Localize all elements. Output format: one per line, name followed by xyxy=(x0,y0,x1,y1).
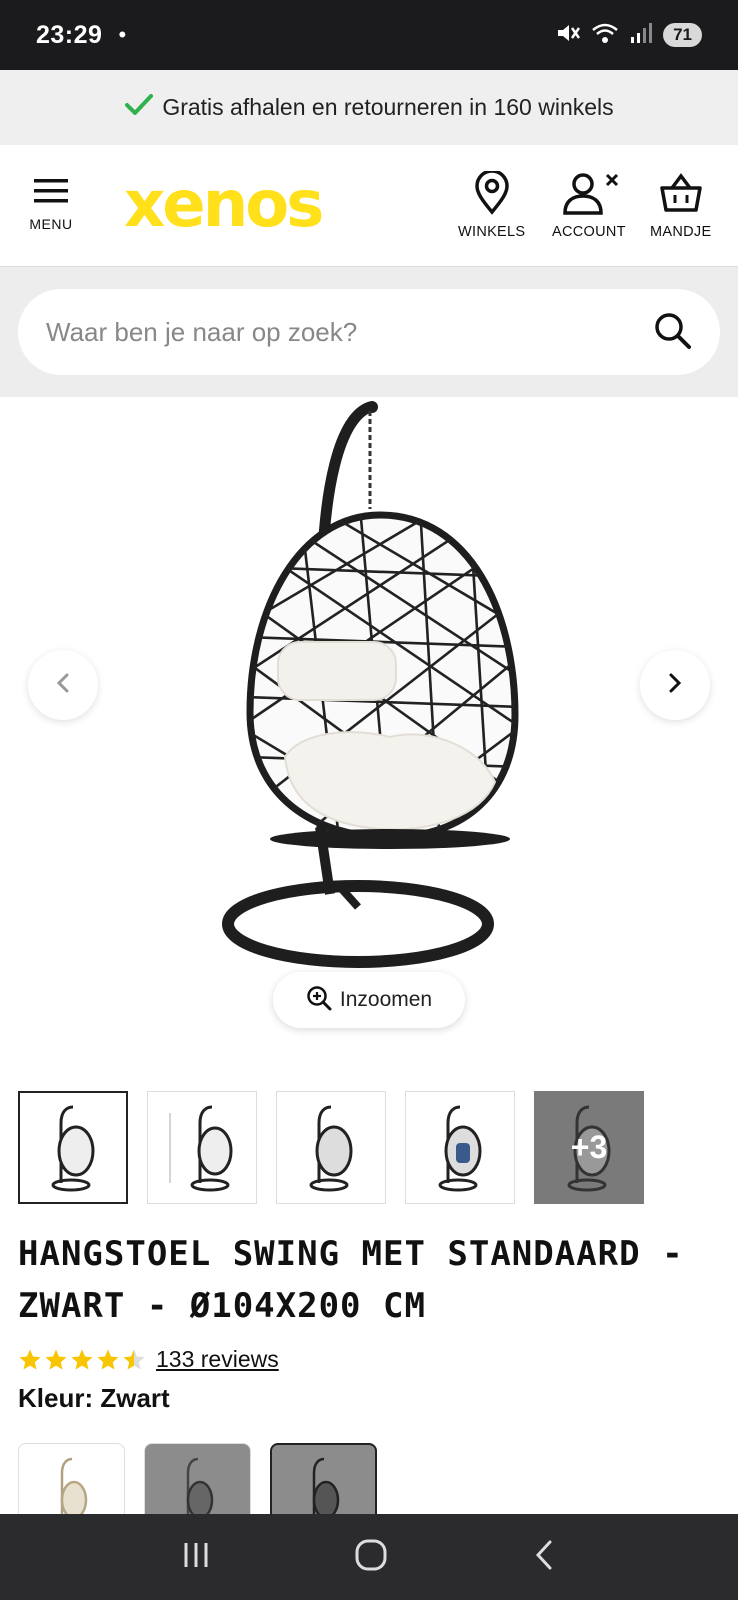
promo-text: Gratis afhalen en retourneren in 160 win… xyxy=(162,94,614,120)
system-nav-bar xyxy=(0,1514,738,1600)
star-rating xyxy=(18,1348,146,1372)
search-zone xyxy=(0,267,738,397)
menu-label: MENU xyxy=(29,216,73,232)
color-label: Kleur: Zwart xyxy=(18,1383,170,1413)
stores-button[interactable]: WINKELS xyxy=(458,169,526,240)
thumbnail[interactable] xyxy=(18,1091,128,1204)
thumbnail-image xyxy=(438,1105,482,1191)
zoom-button[interactable]: Inzoomen xyxy=(273,972,465,1028)
menu-button[interactable]: MENU xyxy=(24,177,78,232)
zoom-in-icon xyxy=(306,985,332,1016)
search-input[interactable] xyxy=(46,316,652,348)
mute-icon xyxy=(555,21,581,50)
search-box[interactable] xyxy=(18,289,720,375)
hamburger-icon xyxy=(34,177,68,210)
thumbnail-more[interactable]: +3 xyxy=(534,1091,644,1204)
signal-icon xyxy=(629,21,653,50)
star-half-icon xyxy=(123,1349,145,1369)
search-icon[interactable] xyxy=(652,310,692,355)
product-gallery[interactable]: Inzoomen xyxy=(0,397,738,1042)
check-icon xyxy=(124,92,154,123)
chevron-left-icon xyxy=(53,671,73,700)
battery-indicator: 71 xyxy=(663,23,702,47)
thumbnail[interactable] xyxy=(147,1091,257,1204)
basket-icon xyxy=(659,171,703,220)
swatch-natural[interactable] xyxy=(18,1443,125,1515)
thumbnail-image xyxy=(309,1105,353,1191)
chevron-right-icon xyxy=(665,671,685,700)
notification-dot: • xyxy=(118,22,127,47)
gallery-next-button[interactable] xyxy=(640,650,710,720)
account-button[interactable]: ACCOUNT xyxy=(552,171,626,240)
cart-label: MANDJE xyxy=(650,224,712,240)
color-swatches xyxy=(18,1443,377,1515)
thumbnail[interactable] xyxy=(405,1091,515,1204)
cart-button[interactable]: MANDJE xyxy=(650,171,711,240)
swatch-image xyxy=(312,1457,339,1515)
star-icon xyxy=(19,1349,41,1369)
thumbnail[interactable] xyxy=(276,1091,386,1204)
swatch-image xyxy=(186,1457,213,1515)
status-time: 23:29 xyxy=(36,20,103,49)
more-images-label: +3 xyxy=(570,1129,608,1165)
reviews-link[interactable]: 133 reviews xyxy=(156,1346,279,1373)
recent-apps-icon[interactable] xyxy=(181,1540,211,1575)
status-icons: 71 xyxy=(555,21,702,50)
swatch-grey[interactable] xyxy=(144,1443,251,1515)
thumbnail-strip: +3 xyxy=(18,1091,644,1204)
star-icon xyxy=(71,1349,93,1369)
zoom-label: Inzoomen xyxy=(339,988,433,1011)
location-pin-icon xyxy=(472,169,512,220)
product-image xyxy=(222,401,519,968)
gallery-prev-button[interactable] xyxy=(28,650,98,720)
stores-label: WINKELS xyxy=(458,224,526,240)
account-label: ACCOUNT xyxy=(552,224,626,240)
home-icon[interactable] xyxy=(354,1538,388,1577)
promo-bar: Gratis afhalen en retourneren in 160 win… xyxy=(0,70,738,145)
xenos-logo[interactable]: xenos xyxy=(124,169,324,241)
swatch-image xyxy=(60,1457,87,1515)
back-icon[interactable] xyxy=(531,1538,557,1577)
status-bar: 23:29 • 71 xyxy=(0,0,738,70)
thumbnail-image xyxy=(51,1105,95,1191)
account-icon xyxy=(559,171,619,220)
wifi-icon xyxy=(591,21,619,50)
swatch-black[interactable] xyxy=(270,1443,377,1515)
site-header: MENU xenos WINKELS ACCOUNT MANDJE xyxy=(0,145,738,267)
thumbnail-image xyxy=(169,1105,233,1191)
rating-row: 133 reviews xyxy=(18,1346,279,1373)
product-title: Hangstoel Swing met standaard - zwart - … xyxy=(18,1234,684,1326)
star-icon xyxy=(45,1349,67,1369)
star-icon xyxy=(97,1349,119,1369)
